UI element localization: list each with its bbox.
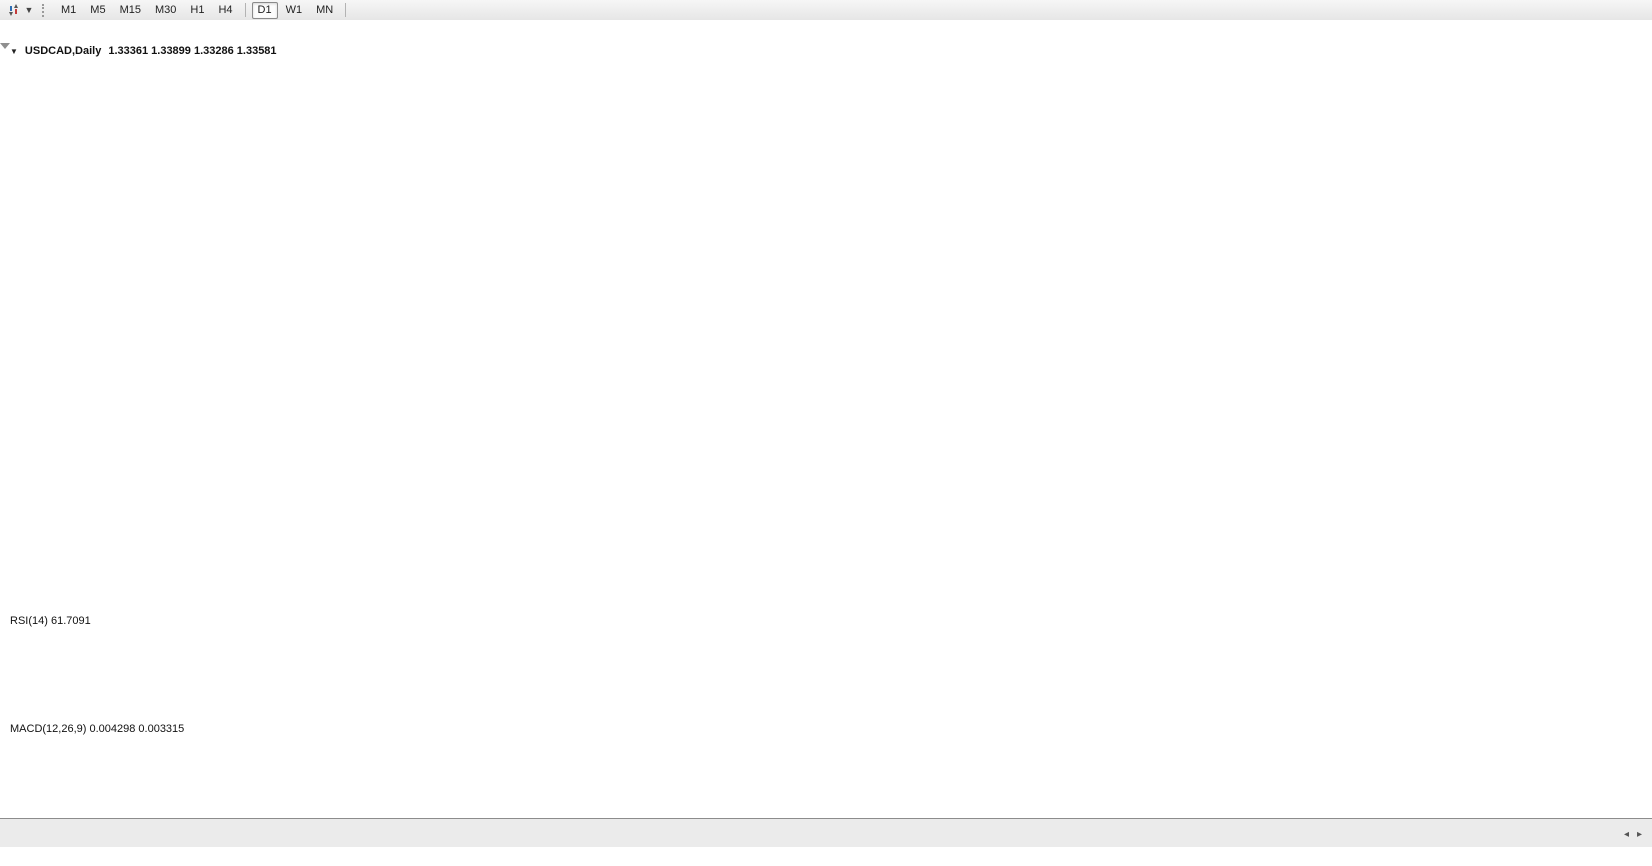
chart-tab-bar: ◂ ▸ — [0, 818, 1652, 847]
macd-indicator-label: MACD(12,26,9) 0.004298 0.003315 — [10, 723, 184, 735]
chart-shift-marker[interactable] — [0, 43, 10, 49]
timeframe-button-h1[interactable]: H1 — [184, 2, 210, 19]
toolbar-dropdown-arrow[interactable]: ▼ — [22, 5, 36, 15]
timeframes-toolbar-icon — [4, 2, 22, 18]
timeframe-button-m30[interactable]: M30 — [149, 2, 182, 19]
rsi-indicator-label: RSI(14) 61.7091 — [10, 615, 91, 627]
timeframes-toolbar: ▼ M1M5M15M30H1H4 D1W1MN — [0, 0, 1652, 21]
chart-symbol-period: USDCAD,Daily — [25, 45, 101, 57]
chart-ohlc-header: ▼ USDCAD,Daily 1.33361 1.33899 1.33286 1.3… — [10, 45, 277, 57]
tab-scroll-left-icon[interactable]: ◂ — [1624, 829, 1629, 840]
chart-collapse-arrow[interactable]: ▼ — [10, 47, 18, 56]
mt4-window: ▼ M1M5M15M30H1H4 D1W1MN ▼ USDCAD,Daily 1.33… — [0, 0, 1652, 846]
timeframe-button-m1[interactable]: M1 — [55, 2, 82, 19]
tab-nav: ◂ ▸ — [1624, 829, 1652, 847]
timeframe-button-m5[interactable]: M5 — [84, 2, 111, 19]
timeframe-button-m15[interactable]: M15 — [114, 2, 147, 19]
timeframe-button-mn[interactable]: MN — [310, 2, 339, 19]
timeframe-button-w1[interactable]: W1 — [280, 2, 309, 19]
tab-scroll-right-icon[interactable]: ▸ — [1637, 829, 1642, 840]
toolbar-separator — [345, 3, 346, 17]
timeframe-button-d1[interactable]: D1 — [252, 2, 278, 19]
timeframe-button-h4[interactable]: H4 — [212, 2, 238, 19]
chart-ohlc-values: 1.33361 1.33899 1.33286 1.33581 — [108, 45, 276, 57]
chart-area[interactable]: ▼ USDCAD,Daily 1.33361 1.33899 1.33286 1.3… — [0, 20, 1652, 816]
toolbar-grip[interactable] — [42, 4, 48, 17]
toolbar-separator — [245, 3, 246, 17]
